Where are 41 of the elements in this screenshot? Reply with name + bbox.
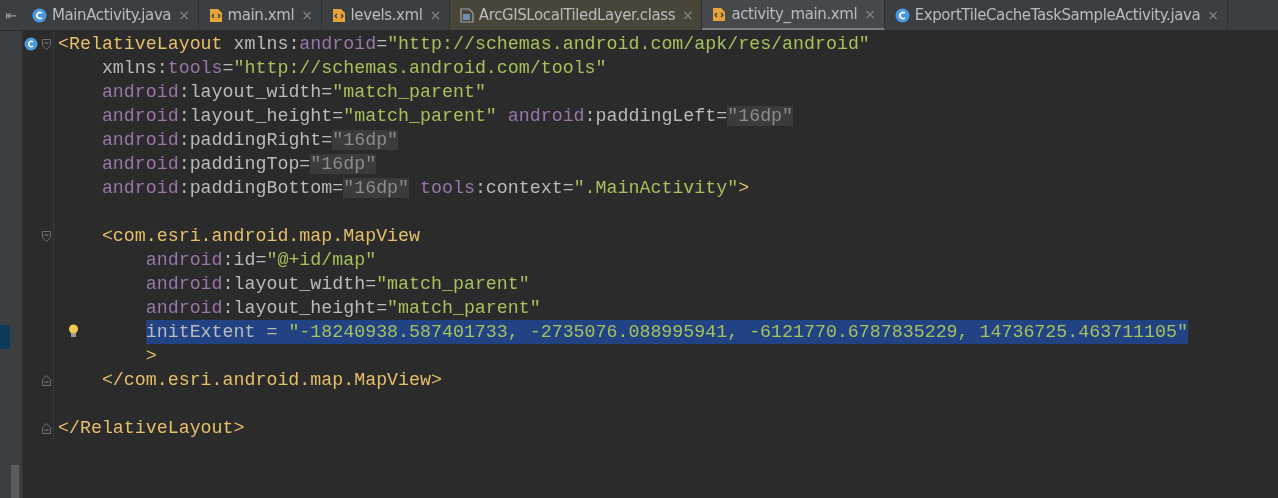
class-icon — [24, 37, 38, 51]
editor-tab[interactable]: ArcGISLocalTiledLayer.class × — [449, 0, 703, 30]
scroll-thumb[interactable] — [11, 465, 19, 498]
code-line: </com.esri.android.map.MapView> — [101, 369, 442, 392]
lightbulb-icon[interactable] — [68, 324, 79, 339]
code-line: android:layout_height="match_parent" android:paddingLeft="16dp" — [101, 105, 794, 128]
editor-tab[interactable]: ExportTileCacheTaskSampleActivity.java × — [884, 0, 1228, 30]
class-icon — [32, 7, 47, 23]
editor-tab[interactable]: main.xml × — [198, 0, 322, 30]
code-line: android:layout_width="match_parent" — [145, 273, 530, 296]
editor-tab[interactable]: levels.xml × — [321, 0, 450, 30]
fold-start-icon[interactable] — [42, 38, 51, 50]
editor-tab[interactable]: MainActivity.java × — [22, 0, 199, 30]
fold-end-icon[interactable] — [42, 374, 51, 386]
code-line: xmlns:tools="http://schemas.android.com/tools" — [101, 57, 607, 80]
fold-start-icon[interactable] — [42, 230, 51, 242]
close-icon[interactable]: × — [864, 6, 876, 22]
code-line: android:paddingRight="16dp" — [101, 129, 399, 152]
code-line: <RelativeLayout xmlns:android="http://schemas.android.com/apk/res/android" — [58, 33, 870, 56]
class-icon — [894, 7, 910, 23]
xml-file-icon — [208, 7, 223, 23]
code-line: android:layout_width="match_parent" — [101, 81, 486, 104]
fold-end-icon[interactable] — [42, 422, 51, 434]
close-icon[interactable]: × — [682, 7, 694, 23]
code-line: android:id="@+id/map" — [145, 249, 377, 272]
code-line: </RelativeLayout> — [58, 417, 245, 440]
collapse-icon[interactable]: ⇤ — [5, 7, 17, 23]
tool-window-marker — [0, 325, 10, 349]
close-icon[interactable]: × — [301, 7, 313, 23]
code-line: android:paddingBottom="16dp" tools:context=".MainActivity"> — [101, 177, 750, 200]
close-icon[interactable]: × — [429, 7, 441, 23]
code-line: <com.esri.android.map.MapView — [101, 225, 421, 248]
code-line: android:layout_height="match_parent" — [145, 297, 541, 320]
close-icon[interactable]: × — [178, 7, 190, 23]
code-line: android:paddingTop="16dp" — [101, 153, 377, 176]
close-icon[interactable]: × — [1207, 7, 1219, 23]
xml-file-icon — [331, 7, 346, 23]
code-line: > — [145, 345, 157, 368]
editor-tab[interactable]: activity_main.xml × — [702, 0, 885, 30]
xml-file-icon — [712, 6, 727, 22]
binary-file-icon — [459, 7, 474, 23]
